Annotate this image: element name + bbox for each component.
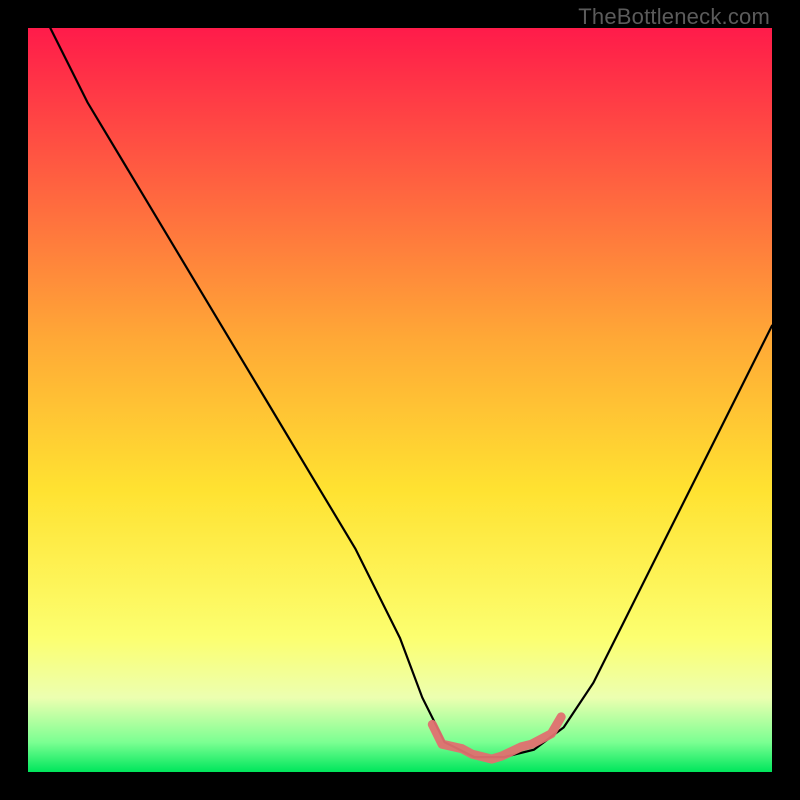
watermark-text: TheBottleneck.com [578,4,770,30]
gradient-background [28,28,772,772]
bottleneck-chart [28,28,772,772]
chart-frame [28,28,772,772]
